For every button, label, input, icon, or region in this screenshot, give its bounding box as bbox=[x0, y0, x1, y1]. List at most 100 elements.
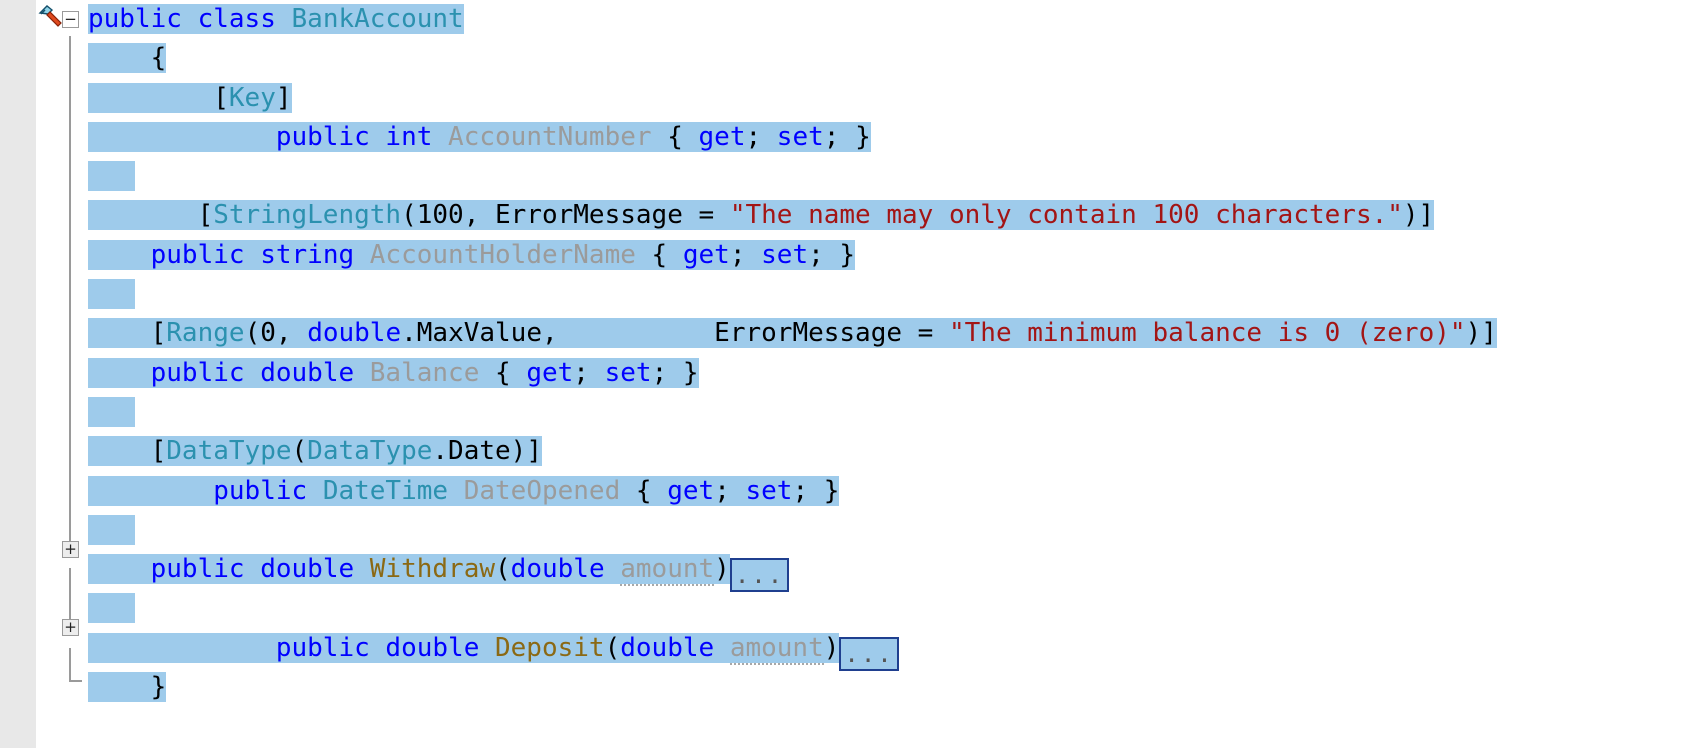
code-token: double bbox=[307, 318, 402, 349]
code-line[interactable]: public string AccountHolderName { get; s… bbox=[88, 236, 1700, 275]
code-token: .Date)] bbox=[432, 436, 542, 467]
code-token: [ bbox=[88, 200, 214, 231]
code-token: StringLength bbox=[213, 200, 402, 231]
code-token: get bbox=[667, 475, 715, 506]
code-token: 100 bbox=[416, 200, 464, 231]
code-token: Deposit bbox=[495, 632, 605, 663]
code-token: .MaxValue, ErrorMessage = bbox=[401, 318, 949, 349]
code-line[interactable]: } bbox=[88, 668, 1700, 707]
selected-code-run: public double Deposit(double amount) bbox=[88, 632, 840, 665]
selected-code-run: } bbox=[88, 672, 167, 703]
code-token: AccountNumber bbox=[448, 121, 652, 152]
code-token: ; bbox=[729, 239, 762, 270]
indicator-margin bbox=[0, 0, 36, 748]
code-token: )] bbox=[1465, 318, 1497, 349]
selected-code-run bbox=[88, 593, 135, 624]
code-line[interactable] bbox=[88, 393, 1700, 432]
code-token: ; } bbox=[808, 239, 856, 270]
code-token: BankAccount bbox=[291, 4, 464, 34]
code-token: public bbox=[275, 632, 370, 663]
outline-guide-end bbox=[69, 680, 82, 682]
code-line[interactable]: [Range(0, double.MaxValue, ErrorMessage … bbox=[88, 314, 1700, 353]
code-token: } bbox=[88, 672, 167, 703]
code-line[interactable] bbox=[88, 157, 1700, 196]
code-token: public bbox=[213, 475, 308, 506]
code-line[interactable]: public double Deposit(double amount)... bbox=[88, 629, 1700, 671]
selected-code-run bbox=[88, 514, 135, 545]
code-token: Range bbox=[166, 318, 245, 349]
code-token: public bbox=[150, 554, 245, 585]
selected-code-run: public double Balance { get; set; } bbox=[88, 357, 699, 388]
code-line[interactable] bbox=[88, 511, 1700, 550]
code-token: ] bbox=[275, 82, 292, 113]
code-token: "The minimum balance is 0 (zero)" bbox=[948, 318, 1466, 349]
code-line[interactable] bbox=[88, 275, 1700, 314]
code-token: double bbox=[510, 554, 605, 585]
code-token: public bbox=[150, 239, 245, 270]
selected-code-run: public DateTime DateOpened { get; set; } bbox=[88, 475, 840, 506]
code-token: { bbox=[651, 121, 699, 152]
code-line[interactable]: public double Balance { get; set; } bbox=[88, 354, 1700, 393]
selected-code-run bbox=[88, 279, 135, 310]
code-token: set bbox=[776, 121, 824, 152]
code-token: ( bbox=[291, 436, 308, 467]
code-token: DataType bbox=[307, 436, 433, 467]
code-line[interactable]: public class BankAccount bbox=[88, 0, 1700, 39]
code-line[interactable]: public DateTime DateOpened { get; set; } bbox=[88, 472, 1700, 511]
code-token: set bbox=[604, 357, 652, 388]
selected-code-run bbox=[88, 396, 135, 427]
code-token: amount bbox=[729, 632, 824, 665]
code-token: ( bbox=[244, 318, 261, 349]
code-token: double bbox=[385, 632, 480, 663]
code-token: double bbox=[620, 632, 715, 663]
code-token: double bbox=[260, 554, 355, 585]
code-token: set bbox=[761, 239, 809, 270]
code-token: DataType bbox=[166, 436, 292, 467]
code-line[interactable]: public double Withdraw(double amount)... bbox=[88, 550, 1700, 593]
code-token: double bbox=[260, 357, 355, 388]
selected-code-run: [StringLength(100, ErrorMessage = "The n… bbox=[88, 200, 1435, 231]
selected-code-run: public class BankAccount bbox=[88, 4, 464, 34]
fold-toggle-class[interactable]: − bbox=[62, 11, 79, 28]
code-token: [ bbox=[88, 318, 167, 349]
outline-guide-line bbox=[69, 648, 71, 682]
selected-code-run: [Range(0, double.MaxValue, ErrorMessage … bbox=[88, 318, 1497, 349]
code-token: ; bbox=[745, 121, 777, 152]
fold-toggle-withdraw[interactable]: + bbox=[62, 541, 79, 558]
code-token: get bbox=[682, 239, 730, 270]
fold-toggle-deposit[interactable]: + bbox=[62, 619, 79, 636]
code-token: { bbox=[635, 239, 683, 270]
code-line[interactable]: [Key] bbox=[88, 79, 1700, 118]
code-token: ) bbox=[714, 554, 730, 585]
code-token: Balance bbox=[369, 357, 480, 388]
collapsed-block-placeholder[interactable]: ... bbox=[729, 558, 790, 593]
code-token: "The name may only contain 100 character… bbox=[729, 200, 1403, 231]
code-token: public bbox=[88, 4, 182, 34]
selected-code-run bbox=[88, 161, 135, 192]
code-token: int bbox=[385, 121, 433, 152]
code-token: DateTime bbox=[322, 475, 449, 506]
code-line[interactable]: [StringLength(100, ErrorMessage = "The n… bbox=[88, 196, 1700, 235]
code-line[interactable] bbox=[88, 589, 1700, 628]
code-surface[interactable]: public class BankAccount { [Key] public … bbox=[88, 0, 1700, 748]
code-token: ; } bbox=[792, 475, 840, 506]
code-line[interactable]: [DataType(DataType.Date)] bbox=[88, 432, 1700, 471]
outlining-gutter[interactable]: − + + bbox=[36, 0, 88, 748]
code-token: string bbox=[260, 239, 355, 270]
code-token: , bbox=[275, 318, 308, 349]
code-line[interactable]: public int AccountNumber { get; set; } bbox=[88, 118, 1700, 157]
code-line[interactable]: { bbox=[88, 39, 1700, 78]
code-token: Withdraw bbox=[369, 554, 496, 585]
code-editor[interactable]: − + + public class BankAccount { [Key] p… bbox=[0, 0, 1700, 748]
collapsed-block-placeholder[interactable]: ... bbox=[839, 636, 899, 671]
code-token: { bbox=[88, 43, 167, 74]
code-token: ; bbox=[714, 475, 746, 506]
